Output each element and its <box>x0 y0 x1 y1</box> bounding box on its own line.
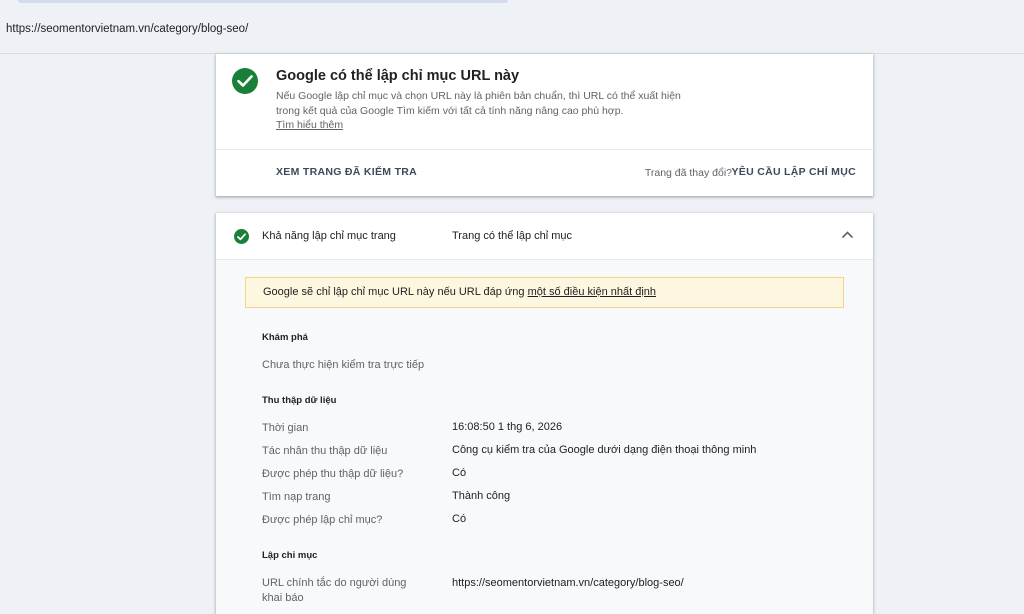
notice-text: Google sẽ chỉ lập chỉ mục URL này nếu UR… <box>263 286 528 298</box>
inspected-url: https://seomentorvietnam.vn/category/blo… <box>6 23 249 35</box>
page-fetch-value: Thành công <box>452 490 511 502</box>
crawler-value: Công cụ kiểm tra của Google dưới dạng đi… <box>452 444 757 456</box>
view-tested-page-button[interactable]: XEM TRANG ĐÃ KIỂM TRA <box>276 166 417 178</box>
request-indexing-button[interactable]: YÊU CẦU LẬP CHỈ MỤC <box>731 166 856 178</box>
page-fetch-label: Tìm nạp trang <box>262 491 331 503</box>
url-header: https://seomentorvietnam.vn/category/blo… <box>0 0 1024 54</box>
section-title-discovery: Khám phá <box>262 332 308 343</box>
indexability-panel: Khả năng lập chỉ mục trang Trang có thể … <box>216 213 873 614</box>
crawler-label: Tác nhân thu thập dữ liệu <box>262 445 388 457</box>
chevron-up-icon[interactable] <box>842 231 853 238</box>
check-circle-icon <box>234 229 249 244</box>
canonical-value: https://seomentorvietnam.vn/category/blo… <box>452 577 684 589</box>
crawl-time-label: Thời gian <box>262 422 309 434</box>
crawl-time-value: 16:08:50 1 thg 6, 2026 <box>452 421 563 433</box>
conditions-link[interactable]: một số điều kiện nhất định <box>528 286 656 298</box>
status-description: Nếu Google lập chỉ mục và chọn URL này l… <box>276 90 681 117</box>
status-title: Google có thể lập chỉ mục URL này <box>276 68 520 84</box>
indexing-allowed-label: Được phép lập chỉ mục? <box>262 514 383 526</box>
check-circle-icon <box>232 68 258 94</box>
indexability-label: Khả năng lập chỉ mục trang <box>262 230 396 242</box>
crawl-allowed-value: Có <box>452 467 467 479</box>
indexability-value: Trang có thể lập chỉ mục <box>452 230 573 242</box>
learn-more-link[interactable]: Tìm hiểu thêm <box>276 119 343 131</box>
index-status-card: Google có thể lập chỉ mục URL này Nếu Go… <box>216 54 873 196</box>
section-title-indexing: Lập chỉ mục <box>262 550 318 561</box>
section-title-crawl: Thu thập dữ liệu <box>262 395 337 406</box>
page-changed-label: Trang đã thay đổi? <box>644 167 732 179</box>
indexability-header[interactable]: Khả năng lập chỉ mục trang Trang có thể … <box>216 213 873 260</box>
canonical-label: URL chính tắc do người dùng khai báo <box>262 577 407 604</box>
divider <box>216 149 873 150</box>
progress-strip <box>18 0 508 3</box>
crawl-allowed-label: Được phép thu thập dữ liệu? <box>262 468 404 480</box>
discovery-text: Chưa thực hiện kiểm tra trực tiếp <box>262 359 425 371</box>
indexing-conditions-notice: Google sẽ chỉ lập chỉ mục URL này nếu UR… <box>245 277 844 308</box>
indexing-allowed-value: Có <box>452 513 467 525</box>
